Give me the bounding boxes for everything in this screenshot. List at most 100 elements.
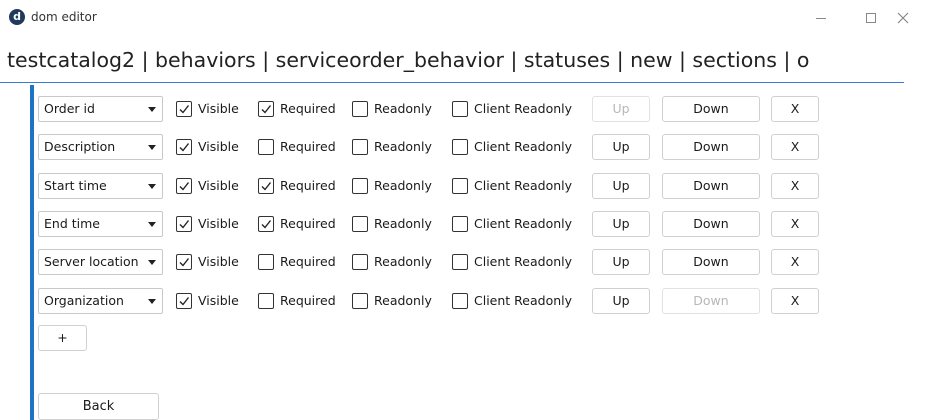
- visible-label: Visible: [198, 254, 239, 269]
- field-select-value: Start time: [44, 178, 107, 193]
- required-label: Required: [280, 101, 336, 116]
- visible-label: Visible: [198, 216, 239, 231]
- chevron-down-icon: [148, 145, 156, 150]
- remove-field-button[interactable]: X: [771, 96, 819, 122]
- readonly-label: Readonly: [374, 254, 432, 269]
- readonly-label: Readonly: [374, 216, 432, 231]
- back-button[interactable]: Back: [38, 393, 159, 420]
- required-checkbox[interactable]: [258, 139, 274, 155]
- move-down-button[interactable]: Down: [662, 288, 760, 314]
- visible-checkbox[interactable]: [176, 216, 192, 232]
- client-readonly-checkbox[interactable]: [452, 254, 468, 270]
- checkmark-icon: [261, 105, 272, 114]
- field-select-value: Description: [44, 139, 116, 154]
- client-readonly-checkbox[interactable]: [452, 216, 468, 232]
- remove-field-button[interactable]: X: [771, 134, 819, 160]
- checkmark-icon: [179, 220, 190, 229]
- chevron-down-icon: [148, 184, 156, 189]
- client-readonly-label: Client Readonly: [474, 101, 573, 116]
- move-up-button[interactable]: Up: [592, 288, 650, 314]
- client-readonly-checkbox[interactable]: [452, 178, 468, 194]
- remove-field-button[interactable]: X: [771, 249, 819, 275]
- close-button[interactable]: [880, 4, 926, 32]
- required-checkbox[interactable]: [258, 254, 274, 270]
- dom-editor-window: d dom editor testcatalog2 | behaviors | …: [0, 0, 931, 420]
- readonly-label: Readonly: [374, 139, 432, 154]
- remove-field-button[interactable]: X: [771, 211, 819, 237]
- visible-label: Visible: [198, 293, 239, 308]
- field-select[interactable]: Organization: [38, 288, 163, 314]
- remove-field-button[interactable]: X: [771, 288, 819, 314]
- readonly-checkbox[interactable]: [352, 216, 368, 232]
- readonly-checkbox[interactable]: [352, 178, 368, 194]
- breadcrumb-underline: [0, 82, 904, 83]
- field-select[interactable]: Start time: [38, 173, 163, 199]
- readonly-label: Readonly: [374, 101, 432, 116]
- client-readonly-checkbox[interactable]: [452, 101, 468, 117]
- checkmark-icon: [179, 258, 190, 267]
- move-down-button[interactable]: Down: [662, 134, 760, 160]
- chevron-down-icon: [148, 299, 156, 304]
- move-up-button[interactable]: Up: [592, 211, 650, 237]
- required-checkbox[interactable]: [258, 101, 274, 117]
- move-up-button[interactable]: Up: [592, 134, 650, 160]
- chevron-down-icon: [148, 260, 156, 265]
- visible-label: Visible: [198, 139, 239, 154]
- visible-checkbox[interactable]: [176, 178, 192, 194]
- field-row: End time Visible Required Readonly Client Re…: [38, 210, 838, 238]
- minimize-button[interactable]: [798, 4, 844, 32]
- checkmark-icon: [179, 182, 190, 191]
- required-checkbox[interactable]: [258, 216, 274, 232]
- move-down-button[interactable]: Down: [662, 173, 760, 199]
- client-readonly-label: Client Readonly: [474, 178, 573, 193]
- visible-checkbox[interactable]: [176, 139, 192, 155]
- field-select[interactable]: Order id: [38, 96, 163, 122]
- required-label: Required: [280, 139, 336, 154]
- move-up-button[interactable]: Up: [592, 173, 650, 199]
- readonly-checkbox[interactable]: [352, 254, 368, 270]
- close-icon: [897, 12, 909, 24]
- field-select-value: Server location: [44, 254, 139, 269]
- checkmark-icon: [179, 143, 190, 152]
- client-readonly-checkbox[interactable]: [452, 139, 468, 155]
- remove-field-button[interactable]: X: [771, 173, 819, 199]
- required-checkbox[interactable]: [258, 178, 274, 194]
- section-accent-bar: [30, 85, 34, 420]
- required-label: Required: [280, 216, 336, 231]
- visible-checkbox[interactable]: [176, 254, 192, 270]
- client-readonly-label: Client Readonly: [474, 216, 573, 231]
- move-down-button[interactable]: Down: [662, 211, 760, 237]
- field-select[interactable]: Server location: [38, 249, 163, 275]
- move-down-button[interactable]: Down: [662, 249, 760, 275]
- checkmark-icon: [179, 297, 190, 306]
- visible-checkbox[interactable]: [176, 101, 192, 117]
- checkmark-icon: [179, 105, 190, 114]
- move-down-button[interactable]: Down: [662, 96, 760, 122]
- chevron-down-icon: [148, 222, 156, 227]
- readonly-checkbox[interactable]: [352, 293, 368, 309]
- field-select-value: Order id: [44, 101, 95, 116]
- client-readonly-label: Client Readonly: [474, 293, 573, 308]
- client-readonly-label: Client Readonly: [474, 254, 573, 269]
- add-field-button[interactable]: +: [38, 325, 87, 351]
- minimize-icon: [816, 17, 826, 19]
- readonly-checkbox[interactable]: [352, 139, 368, 155]
- field-row: Organization Visible Required Readonly Clien…: [38, 287, 838, 315]
- app-logo-icon: d: [9, 9, 25, 25]
- required-label: Required: [280, 293, 336, 308]
- readonly-label: Readonly: [374, 178, 432, 193]
- required-label: Required: [280, 254, 336, 269]
- breadcrumb: testcatalog2 | behaviors | serviceorder_…: [7, 48, 810, 72]
- client-readonly-checkbox[interactable]: [452, 293, 468, 309]
- field-select[interactable]: Description: [38, 134, 163, 160]
- move-up-button[interactable]: Up: [592, 96, 650, 122]
- visible-label: Visible: [198, 101, 239, 116]
- move-up-button[interactable]: Up: [592, 249, 650, 275]
- required-checkbox[interactable]: [258, 293, 274, 309]
- visible-checkbox[interactable]: [176, 293, 192, 309]
- field-select-value: Organization: [44, 293, 124, 308]
- field-select[interactable]: End time: [38, 211, 163, 237]
- visible-label: Visible: [198, 178, 239, 193]
- readonly-checkbox[interactable]: [352, 101, 368, 117]
- client-readonly-label: Client Readonly: [474, 139, 573, 154]
